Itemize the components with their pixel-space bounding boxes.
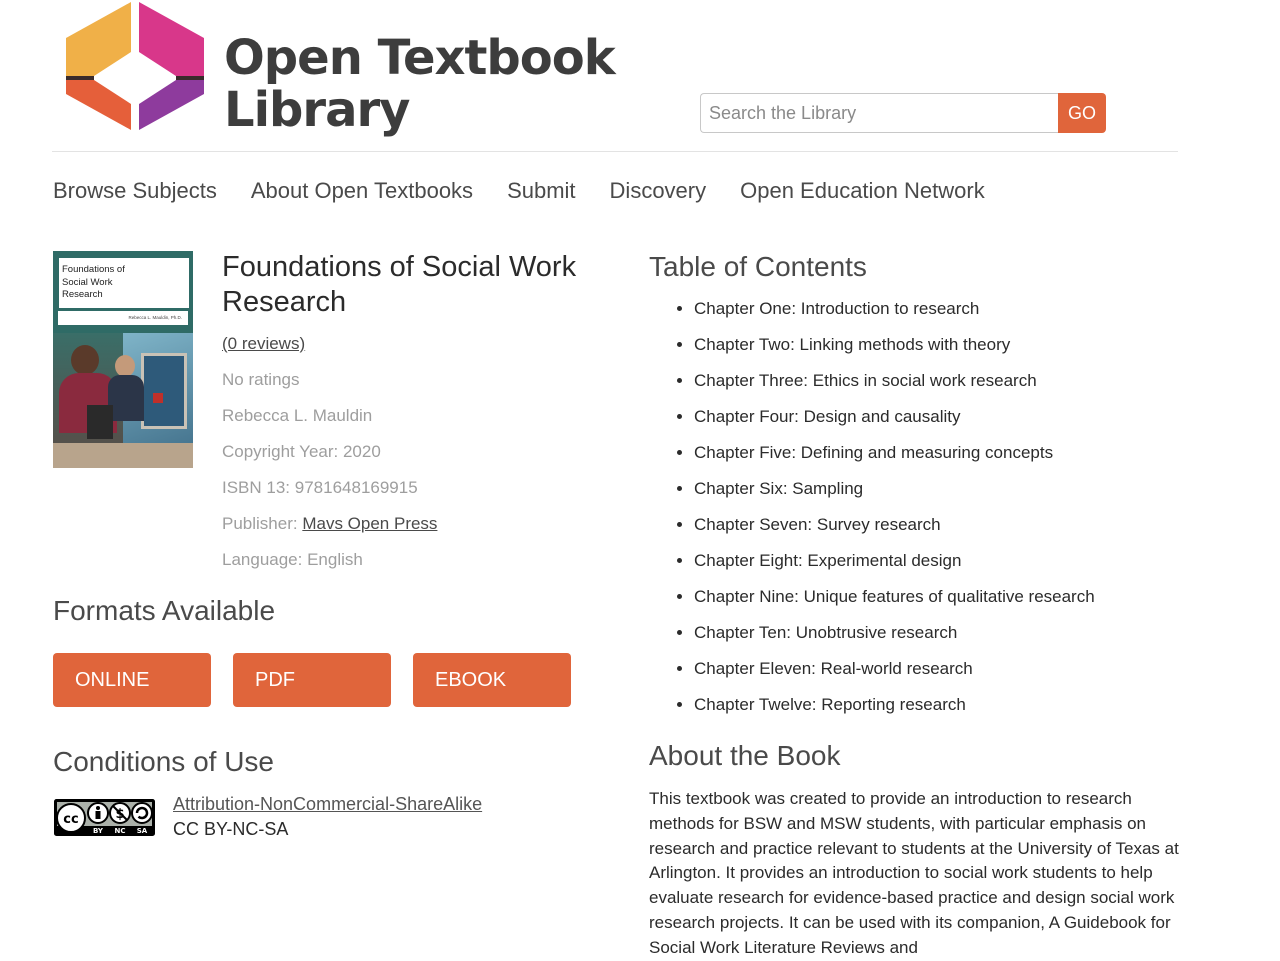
logo-orange-shape xyxy=(66,80,131,130)
about-heading: About the Book xyxy=(649,740,841,771)
logo-purple-shape xyxy=(139,80,204,130)
search-form: GO xyxy=(700,93,1106,133)
svg-text:cc: cc xyxy=(63,812,78,827)
toc-heading: Table of Contents xyxy=(649,251,867,282)
cover-author-bar: Rebecca L. Mauldin, Ph.D. xyxy=(58,311,188,325)
cc-badge-icon: cc $ BY NC SA xyxy=(54,799,155,836)
nav-about-open-textbooks[interactable]: About Open Textbooks xyxy=(251,176,473,206)
logo-dark-left xyxy=(66,76,94,80)
cover-title-box: Foundations of Social Work Research xyxy=(58,257,190,309)
search-input[interactable] xyxy=(700,93,1058,133)
book-cover-image[interactable]: Foundations of Social Work Research Rebe… xyxy=(53,251,193,468)
logo-dark-right xyxy=(176,76,204,80)
logo-icon xyxy=(66,2,204,130)
license-short-name: CC BY-NC-SA xyxy=(173,819,289,839)
toc-item: Chapter Two: Linking methods with theory xyxy=(694,334,1095,370)
toc-item: Chapter Twelve: Reporting research xyxy=(694,694,1095,730)
logo-pink-shape xyxy=(139,2,204,76)
book-title: Foundations of Social Work Research xyxy=(222,251,577,318)
toc-item: Chapter Eleven: Real-world research xyxy=(694,658,1095,694)
toc-item: Chapter Five: Defining and measuring con… xyxy=(694,442,1095,478)
toc-item: Chapter Three: Ethics in social work res… xyxy=(694,370,1095,406)
toc-item: Chapter Six: Sampling xyxy=(694,478,1095,514)
nav-browse-subjects[interactable]: Browse Subjects xyxy=(53,176,217,206)
format-ebook-button[interactable]: EBOOK xyxy=(413,653,571,707)
toc-item: Chapter One: Introduction to research xyxy=(694,298,1095,334)
toc-list: Chapter One: Introduction to research Ch… xyxy=(672,298,1095,730)
copyright-year: Copyright Year: 2020 xyxy=(222,442,381,461)
cover-author: Rebecca L. Mauldin, Ph.D. xyxy=(128,315,182,320)
toc-item: Chapter Ten: Unobtrusive research xyxy=(694,622,1095,658)
publisher-row: Publisher: Mavs Open Press xyxy=(222,513,437,535)
conditions-heading: Conditions of Use xyxy=(53,746,275,777)
isbn-text: ISBN 13: 9781648169915 xyxy=(222,478,418,497)
toc-item: Chapter Eight: Experimental design xyxy=(694,550,1095,586)
toc-item: Chapter Seven: Survey research xyxy=(694,514,1095,550)
author-text: Rebecca L. Mauldin xyxy=(222,406,373,425)
publisher-label: Publisher: xyxy=(222,514,303,533)
header-divider xyxy=(52,151,1178,152)
toc-item: Chapter Nine: Unique features of qualita… xyxy=(694,586,1095,622)
formats-heading: Formats Available xyxy=(53,595,276,626)
cover-title: Foundations of Social Work Research xyxy=(62,264,125,300)
format-pdf-button[interactable]: PDF xyxy=(233,653,391,707)
logo-yellow-shape xyxy=(66,2,131,76)
language-text: Language: English xyxy=(222,550,363,569)
reviews-link[interactable]: (0 reviews) xyxy=(222,334,305,353)
cover-photo xyxy=(53,333,193,468)
nav-discovery[interactable]: Discovery xyxy=(610,176,707,206)
format-online-button[interactable]: ONLINE xyxy=(53,653,211,707)
nav-open-education-network[interactable]: Open Education Network xyxy=(740,176,985,206)
logo-line-1: Open Textbook xyxy=(224,30,616,86)
nav-submit[interactable]: Submit xyxy=(507,176,575,206)
reviews-row: (0 reviews) xyxy=(222,333,305,355)
toc-item: Chapter Four: Design and causality xyxy=(694,406,1095,442)
cc-by-label: BY xyxy=(93,827,104,835)
logo-line-2: Library xyxy=(224,82,410,138)
site-logo-text[interactable]: Open Textbook Library xyxy=(224,30,616,138)
cc-sa-label: SA xyxy=(137,827,148,835)
cc-license-badge[interactable]: cc $ BY NC SA xyxy=(54,799,155,836)
license-link[interactable]: Attribution-NonCommercial-ShareAlike xyxy=(173,794,482,815)
ratings-text: No ratings xyxy=(222,370,300,389)
publisher-link[interactable]: Mavs Open Press xyxy=(302,514,437,533)
main-nav: Browse Subjects About Open Textbooks Sub… xyxy=(53,176,1019,206)
search-go-button[interactable]: GO xyxy=(1058,93,1106,133)
cc-nc-label: NC xyxy=(115,827,126,835)
about-text: This textbook was created to provide an … xyxy=(649,789,1179,957)
